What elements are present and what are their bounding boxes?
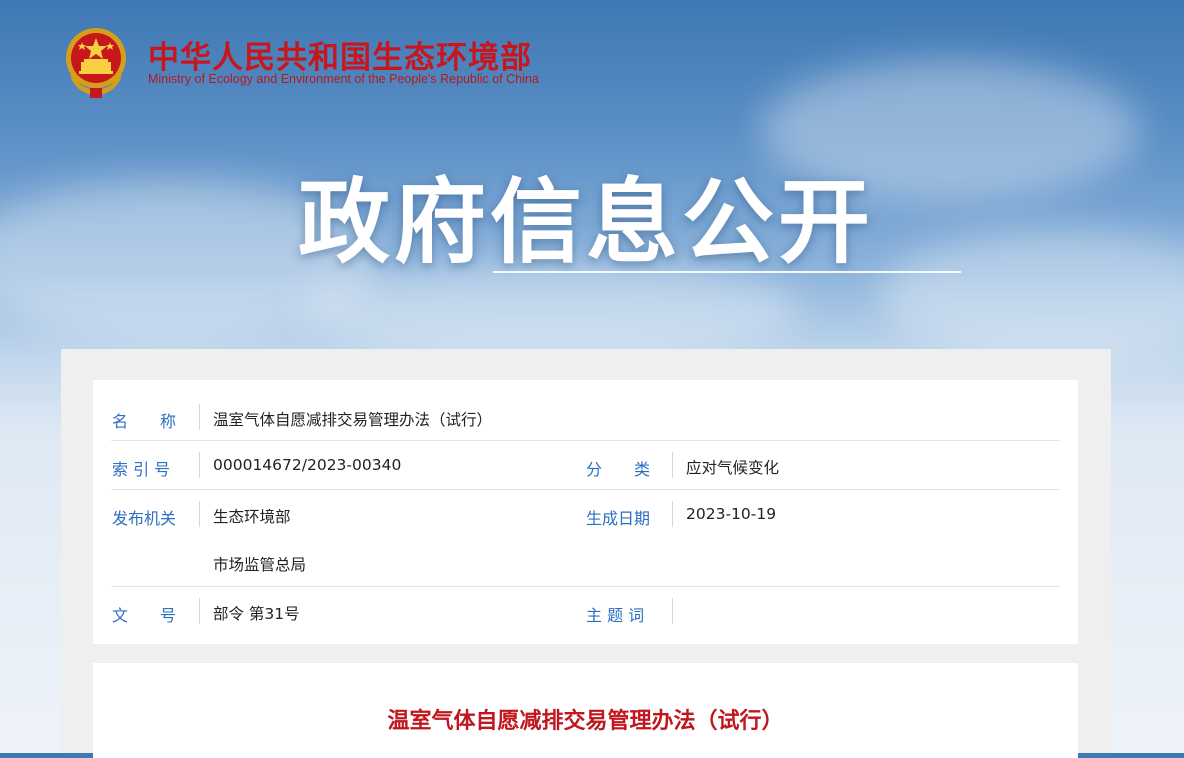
document-metadata-table: 名 称 温室气体自愿减排交易管理办法（试行） 索 引 号 000014672/2… <box>93 380 1078 644</box>
separator <box>672 452 673 478</box>
date-value: 2023-10-19 <box>686 505 777 523</box>
document-title: 温室气体自愿减排交易管理办法（试行） <box>387 709 784 734</box>
separator <box>199 452 200 478</box>
separator <box>199 598 200 624</box>
document-body: 温室气体自愿减排交易管理办法（试行） <box>93 663 1078 758</box>
ministry-name-cn[interactable]: 中华人民共和国生态环境部 <box>148 32 532 77</box>
metadata-row-docno: 文 号 部令 第31号 主 题 词 <box>111 587 1060 635</box>
issuer-value-1: 生态环境部 <box>213 508 291 526</box>
index-value: 000014672/2023-00340 <box>213 456 402 474</box>
page-banner-title: 政府信息公开 <box>298 169 875 276</box>
issuer-value-2: 市场监管总局 <box>213 556 307 574</box>
metadata-row-index: 索 引 号 000014672/2023-00340 分 类 应对气候变化 <box>111 441 1060 490</box>
name-value: 温室气体自愿减排交易管理办法（试行） <box>213 411 493 429</box>
docno-label: 文 号 <box>112 606 177 625</box>
separator <box>199 404 200 430</box>
separator <box>672 501 673 527</box>
metadata-row-issuer: 发布机关 生态环境部 市场监管总局 生成日期 2023-10-19 <box>111 490 1060 587</box>
metadata-row-name: 名 称 温室气体自愿减排交易管理办法（试行） <box>111 392 1060 441</box>
banner-divider <box>493 271 961 273</box>
category-label: 分 类 <box>586 460 651 479</box>
issuer-label: 发布机关 <box>112 509 177 528</box>
site-header: 中华人民共和国生态环境部 Ministry of Ecology and Env… <box>62 26 662 106</box>
background-cloud <box>880 230 1184 360</box>
separator <box>199 501 200 527</box>
docno-value: 部令 第31号 <box>213 605 300 623</box>
index-label: 索 引 号 <box>112 460 171 479</box>
content-panel: 名 称 温室气体自愿减排交易管理办法（试行） 索 引 号 000014672/2… <box>61 349 1111 758</box>
name-label: 名 称 <box>112 412 177 431</box>
ministry-name-en[interactable]: Ministry of Ecology and Environment of t… <box>148 72 539 86</box>
keywords-label: 主 题 词 <box>586 606 645 625</box>
date-label: 生成日期 <box>586 509 651 528</box>
category-value: 应对气候变化 <box>686 459 780 477</box>
national-emblem-icon[interactable] <box>62 26 130 100</box>
separator <box>672 598 673 624</box>
